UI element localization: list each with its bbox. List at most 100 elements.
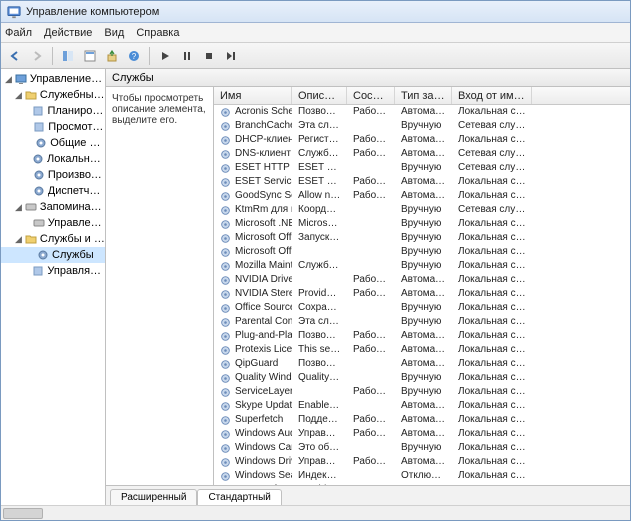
col-startup[interactable]: Тип запуска (395, 87, 452, 104)
cell-desc: Служба п... (292, 259, 347, 273)
col-logon[interactable]: Вход от имени (452, 87, 532, 104)
service-row[interactable]: Windows SearchИндексир...ОтключенаЛокаль… (214, 469, 630, 483)
menu-help[interactable]: Справка (136, 27, 179, 39)
tree-storage[interactable]: ◢Запоминающие устройст (1, 199, 105, 215)
tree-twist-icon[interactable]: ◢ (5, 71, 12, 87)
tree-twist-icon[interactable]: ◢ (15, 199, 22, 215)
service-row[interactable]: WMI Performance...Provides p...ВручнуюЛо… (214, 483, 630, 485)
service-row[interactable]: BranchCacheЭта служб...ВручнуюСетевая сл… (214, 119, 630, 133)
cell-desc: Управляет... (292, 455, 347, 469)
service-row[interactable]: Microsoft .NET Fr...Microsoft ...Вручную… (214, 217, 630, 231)
service-row[interactable]: Protexis Licensing ...This servic...Рабо… (214, 343, 630, 357)
services-list[interactable]: Имя Описание Состояние Тип запуска Вход … (214, 87, 630, 485)
tree-wmi[interactable]: Управляющий элемент (1, 263, 105, 279)
service-row[interactable]: DNS-клиентСлужба D...РаботаетАвтоматиче.… (214, 147, 630, 161)
show-hide-tree-button[interactable] (58, 46, 78, 66)
service-icon (220, 289, 231, 300)
cell-startup: Вручную (395, 301, 452, 315)
tree-twist-icon[interactable]: ◢ (15, 87, 22, 103)
tree-node-label: Общие папки (50, 135, 105, 151)
cell-desc: Эта служб... (292, 315, 347, 329)
service-row[interactable]: ESET ServiceESET ServiceРаботаетАвтомати… (214, 175, 630, 189)
pause-service-button[interactable] (177, 46, 197, 66)
service-icon (220, 149, 231, 160)
service-row[interactable]: Microsoft Office G...ВручнуюЛокальная си… (214, 245, 630, 259)
cell-name: Mozilla Maintena... (214, 259, 292, 273)
cell-name: Superfetch (214, 413, 292, 427)
service-row[interactable]: NVIDIA Driver Hel...РаботаетАвтоматиче..… (214, 273, 630, 287)
tree-item[interactable]: Просмотр событий (1, 119, 105, 135)
panel-heading: Службы (106, 69, 630, 87)
service-row[interactable]: Windows Driver F...Управляет...РаботаетА… (214, 455, 630, 469)
tree-system-tools[interactable]: ◢Служебные программы (1, 87, 105, 103)
service-row[interactable]: ESET HTTP ServerESET HTTP...ВручнуюСетев… (214, 161, 630, 175)
tree-root[interactable]: ◢Управление компьютером (л (1, 71, 105, 87)
cell-logon: Локальная сис... (452, 455, 532, 469)
service-name-label: Microsoft .NET Fr... (235, 217, 292, 231)
menu-view[interactable]: Вид (104, 27, 124, 39)
tree-item[interactable]: Производительность (1, 167, 105, 183)
stop-service-button[interactable] (199, 46, 219, 66)
service-row[interactable]: Windows AudioУправлен...РаботаетАвтомати… (214, 427, 630, 441)
col-state[interactable]: Состояние (347, 87, 395, 104)
service-row[interactable]: QipGuardПозволяет...Автоматиче...Локальн… (214, 357, 630, 371)
cell-name: Microsoft Office D... (214, 231, 292, 245)
service-row[interactable]: Plug-and-PlayПозволяет...РаботаетАвтомат… (214, 329, 630, 343)
horizontal-scrollbar[interactable] (1, 505, 630, 520)
service-icon (220, 107, 231, 118)
cell-logon: Сетевая служба (452, 203, 532, 217)
service-row[interactable]: KtmRm для коор...Координа...ВручнуюСетев… (214, 203, 630, 217)
start-service-button[interactable] (155, 46, 175, 66)
tree-item[interactable]: Общие папки (1, 135, 105, 151)
cell-startup: Вручную (395, 119, 452, 133)
service-row[interactable]: Mozilla Maintena...Служба п...ВручнуюЛок… (214, 259, 630, 273)
tree-services[interactable]: Службы (1, 247, 105, 263)
service-row[interactable]: SuperfetchПоддержи...РаботаетАвтоматиче.… (214, 413, 630, 427)
service-row[interactable]: GoodSync ServerAllow netw...РаботаетАвто… (214, 189, 630, 203)
properties-button[interactable] (80, 46, 100, 66)
menu-file[interactable]: Файл (5, 27, 32, 39)
service-name-label: Microsoft Office G... (235, 245, 292, 259)
service-row[interactable]: Quality Windows ...Quality Wi...ВручнуюЛ… (214, 371, 630, 385)
service-row[interactable]: Office Source Eng...Сохранен...ВручнуюЛо… (214, 301, 630, 315)
tree-item[interactable]: Управление дисками (1, 215, 105, 231)
cell-state: Работает (347, 413, 395, 427)
export-button[interactable] (102, 46, 122, 66)
back-button[interactable] (5, 46, 25, 66)
cell-state: Работает (347, 343, 395, 357)
tree-twist-icon[interactable]: ◢ (15, 231, 22, 247)
service-row[interactable]: DHCP-клиентРегистрир...РаботаетАвтоматич… (214, 133, 630, 147)
service-row[interactable]: Microsoft Office D...Запуск се...Вручную… (214, 231, 630, 245)
cell-name: Skype Updater (214, 399, 292, 413)
forward-button[interactable] (27, 46, 47, 66)
cell-desc: Microsoft ... (292, 217, 347, 231)
scrollbar-thumb[interactable] (3, 508, 43, 519)
tab-standard[interactable]: Стандартный (197, 489, 281, 506)
cell-startup: Автоматиче... (395, 455, 452, 469)
service-row[interactable]: Skype UpdaterEnables th...Автоматиче...Л… (214, 399, 630, 413)
help-button[interactable]: ? (124, 46, 144, 66)
cell-logon: Локальная сис... (452, 259, 532, 273)
col-desc[interactable]: Описание (292, 87, 347, 104)
cell-logon: Локальная сис... (452, 217, 532, 231)
tab-extended[interactable]: Расширенный (110, 489, 197, 506)
service-row[interactable]: NVIDIA Stereosco...Provides sy...Работае… (214, 287, 630, 301)
tree-item[interactable]: Диспетчер устройств (1, 183, 105, 199)
service-row[interactable]: ServiceLayerРаботаетВручнуюЛокальная сис… (214, 385, 630, 399)
titlebar[interactable]: Управление компьютером (1, 1, 630, 23)
description-hint: Чтобы просмотреть описание элемента, выд… (112, 93, 207, 126)
menu-action[interactable]: Действие (44, 27, 92, 39)
restart-service-button[interactable] (221, 46, 241, 66)
service-icon (220, 163, 231, 174)
cell-state (347, 161, 395, 175)
service-row[interactable]: Windows CardSpa...Это обесп...ВручнуюЛок… (214, 441, 630, 455)
cell-logon: Локальная сис... (452, 175, 532, 189)
cell-desc: Управлен... (292, 427, 347, 441)
service-row[interactable]: Parental ControlsЭта служб...ВручнуюЛока… (214, 315, 630, 329)
service-row[interactable]: Acronis SchedulerПозволяет...РаботаетАвт… (214, 105, 630, 119)
tree-item[interactable]: Планировщик заданий (1, 103, 105, 119)
tree-item[interactable]: Локальные пользователи (1, 151, 105, 167)
col-name[interactable]: Имя (214, 87, 292, 104)
tree-services-apps[interactable]: ◢Службы и приложения (1, 231, 105, 247)
console-tree[interactable]: ◢Управление компьютером (л◢Служебные про… (1, 69, 106, 505)
